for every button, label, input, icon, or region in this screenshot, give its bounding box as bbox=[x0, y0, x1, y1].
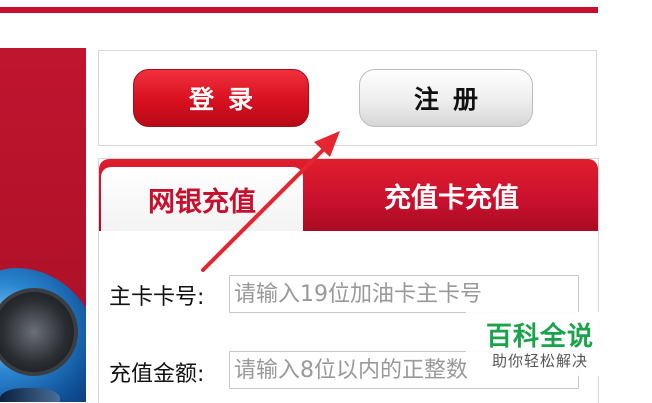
watermark-title: 百科全说 bbox=[486, 322, 595, 352]
car-headlight bbox=[0, 388, 60, 402]
recharge-tab-bar: 网银充值 充值卡充值 bbox=[99, 159, 598, 231]
tab-online-banking[interactable]: 网银充值 bbox=[101, 167, 303, 231]
watermark-logo: 百科全说 助你轻松解决 bbox=[466, 312, 628, 376]
register-button[interactable]: 注册 bbox=[359, 69, 533, 127]
top-accent-bar bbox=[0, 7, 598, 13]
watermark-subtitle: 助你轻松解决 bbox=[492, 352, 589, 370]
card-number-input[interactable] bbox=[229, 275, 579, 313]
amount-label: 充值金额: bbox=[109, 362, 205, 387]
login-button[interactable]: 登录 bbox=[133, 69, 309, 127]
auth-panel: 登录 注册 bbox=[98, 50, 597, 146]
promo-banner-image bbox=[0, 48, 86, 402]
tab-card-recharge[interactable]: 充值卡充值 bbox=[305, 159, 598, 231]
card-number-label: 主卡卡号: bbox=[109, 285, 205, 310]
